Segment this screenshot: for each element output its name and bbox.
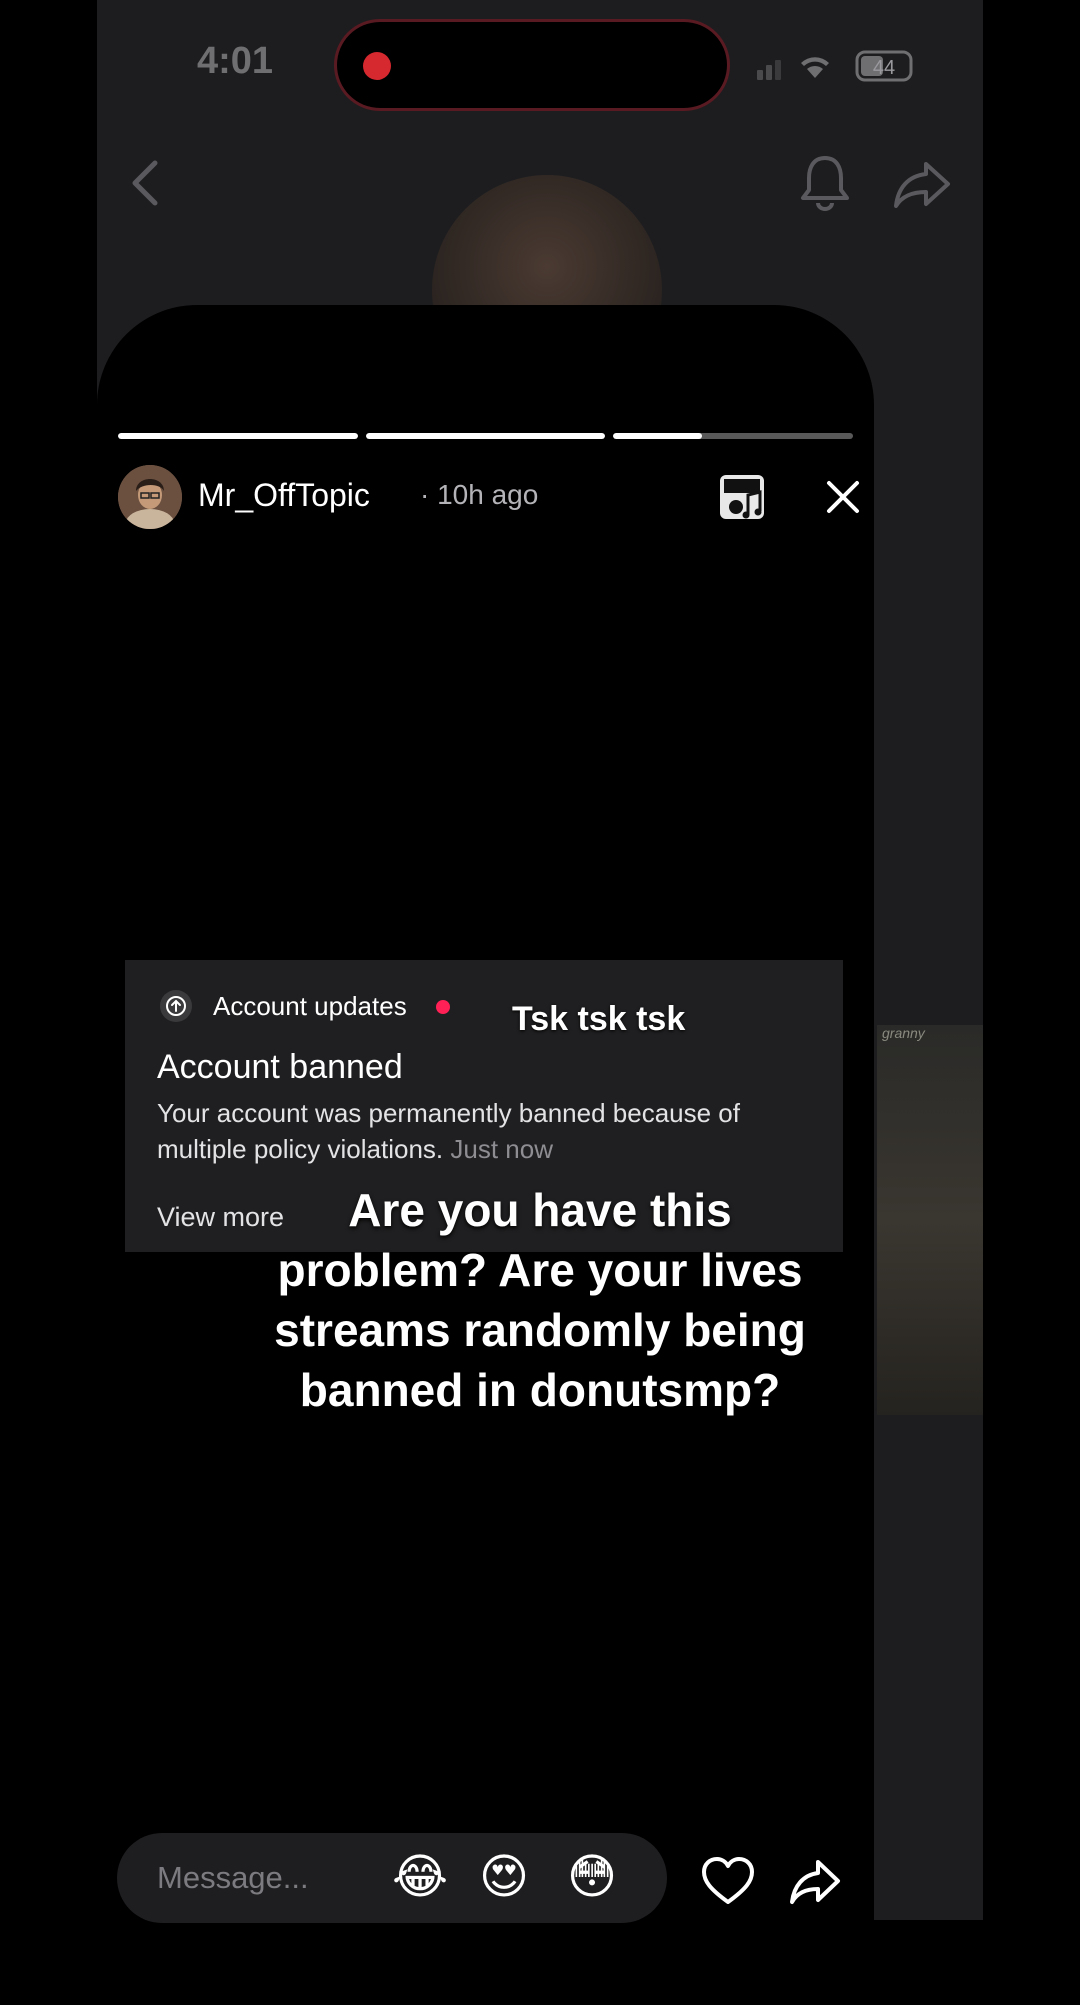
progress-fill: [365, 433, 606, 439]
progress-segment: [365, 433, 606, 439]
thumbnail-label: granny: [882, 1025, 925, 1041]
story-time: · 10h ago: [420, 479, 539, 510]
avatar-illustration: [118, 465, 182, 529]
progress-fill: [613, 433, 703, 439]
unread-dot: [436, 1000, 450, 1014]
username[interactable]: Mr_OffTopic: [198, 477, 370, 514]
share-icon: [894, 162, 950, 208]
music-icon[interactable]: [718, 473, 766, 521]
caption-small: Tsk tsk tsk: [512, 1000, 686, 1038]
message-input[interactable]: [157, 1855, 357, 1901]
recording-indicator-icon: [363, 52, 391, 80]
avatar[interactable]: [118, 465, 182, 529]
status-time: 4:01: [197, 40, 274, 82]
video-thumbnail: granny: [877, 1025, 983, 1415]
notification-title: Account banned: [157, 1048, 403, 1086]
notification-category: Account updates: [213, 991, 407, 1021]
emoji-flushed-button[interactable]: 😳: [567, 1849, 617, 1907]
bell-icon: [801, 156, 849, 211]
progress-segment: [118, 433, 358, 439]
notification-body: Your account was permanently banned beca…: [157, 1095, 817, 1167]
back-icon: [132, 160, 158, 206]
message-bar: 😂 😍 😳: [117, 1833, 667, 1923]
story-header: Mr_OffTopic · 10h ago: [118, 465, 859, 529]
battery-level: 44: [873, 57, 895, 79]
emoji-laughing-button[interactable]: 😂: [392, 1849, 448, 1907]
close-icon[interactable]: [823, 477, 863, 517]
arrow-up-circle-icon: [160, 990, 192, 1022]
dynamic-island: [337, 22, 727, 108]
story-progress: [118, 433, 854, 439]
progress-segment: [613, 433, 854, 439]
heart-icon[interactable]: [700, 1855, 756, 1907]
notification-message: Your account was permanently banned beca…: [157, 1098, 740, 1164]
progress-fill: [118, 433, 358, 439]
share-icon[interactable]: [788, 1858, 842, 1906]
emoji-heart-eyes-button[interactable]: 😍: [479, 1849, 529, 1907]
notification-time: Just now: [450, 1134, 553, 1164]
status-icons: 44: [757, 50, 913, 82]
caption-main: Are you have this problem? Are your live…: [274, 1184, 806, 1416]
